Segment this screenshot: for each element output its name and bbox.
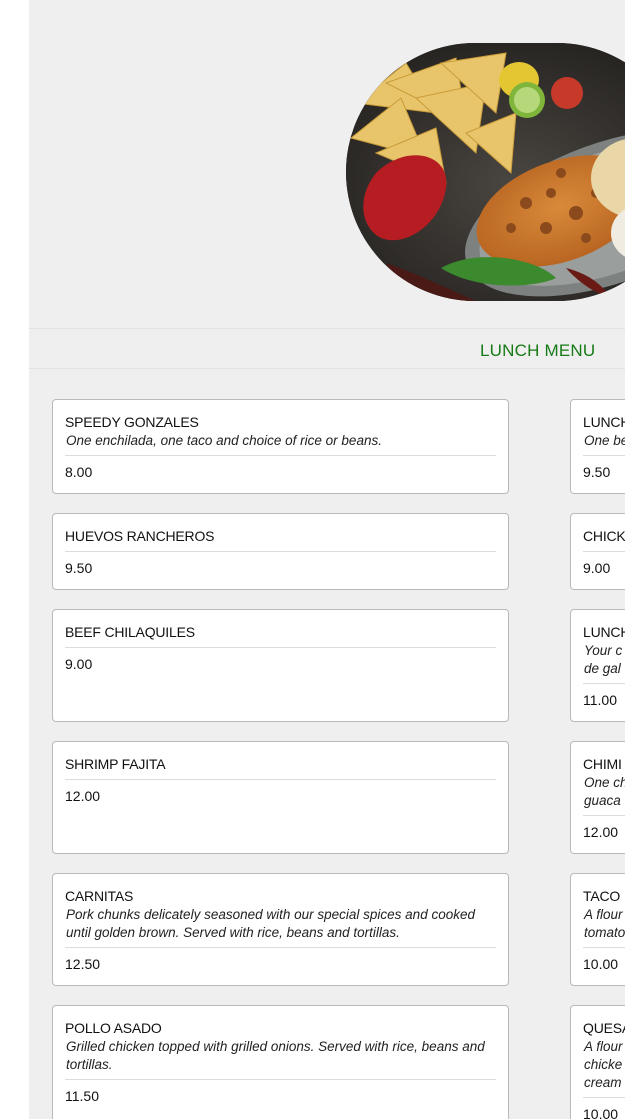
- menu-item-description: One be: [584, 433, 625, 448]
- menu-item-card[interactable]: SPEEDY GONZALES One enchilada, one taco …: [52, 399, 509, 494]
- menu-item-price: 12.00: [65, 788, 101, 804]
- divider: [583, 815, 625, 816]
- menu-item-name: HUEVOS RANCHEROS: [65, 528, 215, 544]
- menu-item-card[interactable]: QUESA A flour chicke cream 10.00: [570, 1005, 625, 1119]
- menu-item-name: CHIMI: [583, 756, 622, 772]
- divider: [65, 647, 496, 648]
- hero-section: [29, 0, 625, 328]
- menu-item-card[interactable]: CARNITAS Pork chunks delicately seasoned…: [52, 873, 509, 986]
- menu-item-price: 12.50: [65, 956, 101, 972]
- menu-item-name: SPEEDY GONZALES: [65, 414, 199, 430]
- menu-item-price: 11.00: [583, 692, 617, 708]
- menu-item-card[interactable]: LUNCH One be 9.50: [570, 399, 625, 494]
- menu-item-price: 9.50: [583, 464, 611, 480]
- menu-item-card[interactable]: POLLO ASADO Grilled chicken topped with …: [52, 1005, 509, 1119]
- hero-food-image: [346, 43, 625, 301]
- page: LUNCH MENU SPEEDY GONZALES One enchilada…: [29, 0, 625, 1119]
- menu-title: LUNCH MENU: [480, 341, 596, 360]
- divider: [65, 779, 496, 780]
- divider: [583, 947, 625, 948]
- menu-item-name: POLLO ASADO: [65, 1020, 162, 1036]
- menu-item-description: One ch guaca: [584, 775, 625, 808]
- menu-item-name: QUESA: [583, 1020, 625, 1036]
- divider: [65, 551, 496, 552]
- menu-item-price: 10.00: [583, 956, 619, 972]
- divider: [583, 455, 625, 456]
- menu-item-price: 9.00: [583, 560, 611, 576]
- menu-item-card[interactable]: CHIMI One ch guaca 12.00: [570, 741, 625, 854]
- menu-item-name: BEEF CHILAQUILES: [65, 624, 195, 640]
- menu-item-card[interactable]: LUNCH Your c de gal 11.00: [570, 609, 625, 722]
- divider: [65, 455, 496, 456]
- divider: [65, 947, 496, 948]
- menu-item-price: 9.50: [65, 560, 93, 576]
- menu-item-description: One enchilada, one taco and choice of ri…: [66, 433, 382, 448]
- menu-item-price: 9.00: [65, 656, 93, 672]
- menu-item-description: Your c de gal: [584, 643, 623, 676]
- menu-item-card[interactable]: SHRIMP FAJITA 12.00: [52, 741, 509, 854]
- divider: [583, 551, 625, 552]
- menu-item-price: 8.00: [65, 464, 93, 480]
- menu-item-name: LUNCH: [583, 624, 625, 640]
- menu-item-description: Pork chunks delicately seasoned with our…: [66, 907, 475, 940]
- menu-item-card[interactable]: HUEVOS RANCHEROS 9.50: [52, 513, 509, 590]
- food-photo-illustration: [346, 43, 625, 301]
- menu-item-description: A flour tomato: [584, 907, 625, 940]
- menu-header-bar: LUNCH MENU: [29, 328, 625, 369]
- menu-item-description: A flour chicke cream: [584, 1039, 623, 1090]
- menu-item-card[interactable]: BEEF CHILAQUILES 9.00: [52, 609, 509, 722]
- menu-item-price: 11.50: [65, 1088, 99, 1104]
- menu-item-card[interactable]: CHICK 9.00: [570, 513, 625, 590]
- menu-item-name: LUNCH: [583, 414, 625, 430]
- menu-item-price: 10.00: [583, 1106, 619, 1119]
- menu-item-name: TACO: [583, 888, 621, 904]
- menu-item-description: Grilled chicken topped with grilled onio…: [66, 1039, 485, 1072]
- menu-item-name: CHICK: [583, 528, 625, 544]
- menu-item-price: 12.00: [583, 824, 619, 840]
- menu-item-card[interactable]: TACO A flour tomato 10.00: [570, 873, 625, 986]
- menu-item-name: SHRIMP FAJITA: [65, 756, 166, 772]
- divider: [583, 1097, 625, 1098]
- divider: [65, 1079, 496, 1080]
- divider: [583, 683, 625, 684]
- menu-item-name: CARNITAS: [65, 888, 134, 904]
